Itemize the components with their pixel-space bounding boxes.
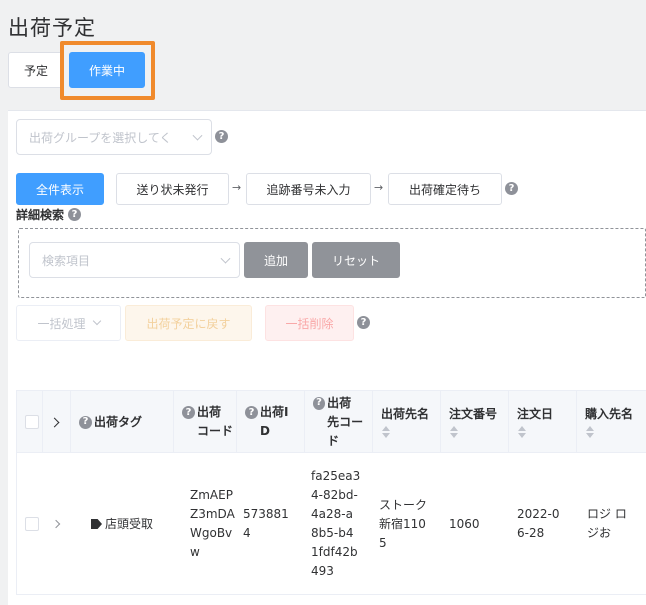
header-ship-id[interactable]: ? 出荷I D xyxy=(237,391,305,453)
cell-dest-code: fa25ea3 4-82bd- 4a28-a 8b5-b4 1fdf42b 49… xyxy=(311,469,361,578)
tag-icon xyxy=(91,519,102,529)
page-title: 出荷予定 xyxy=(8,16,96,40)
cell-dest-name: ストーク 新宿110 5 xyxy=(379,497,428,550)
chevron-right-icon[interactable] xyxy=(49,417,60,427)
cell-order-date: 2022-0 6-28 xyxy=(517,507,560,540)
group-select[interactable]: 出荷グループを選択してく xyxy=(16,119,212,155)
show-all-button[interactable]: 全件表示 xyxy=(16,173,104,205)
add-button[interactable]: 追加 xyxy=(244,242,308,278)
select-all-checkbox[interactable] xyxy=(25,415,39,429)
header-order-date[interactable]: 注文日 xyxy=(509,391,577,453)
help-icon[interactable]: ? xyxy=(357,316,370,329)
chevron-right-icon[interactable] xyxy=(51,519,61,529)
sort-icon[interactable] xyxy=(381,425,391,440)
help-icon[interactable]: ? xyxy=(182,406,195,419)
chevron-down-icon xyxy=(220,253,231,264)
sort-icon[interactable] xyxy=(449,425,459,440)
row-expand xyxy=(43,453,71,595)
row-checkbox[interactable] xyxy=(25,517,39,531)
header-dest-name[interactable]: 出荷先名 xyxy=(373,391,441,453)
cell-buyer: ロジ ロ ジお xyxy=(587,507,627,540)
chevron-down-icon xyxy=(192,130,203,141)
cell-order-no: 1060 xyxy=(449,516,480,531)
chevron-down-icon xyxy=(92,316,101,326)
filter-label-unissued-button[interactable]: 送り状未発行 xyxy=(116,173,229,205)
header-tag[interactable]: ? 出荷タグ xyxy=(71,391,174,453)
return-to-plan-button[interactable]: 出荷予定に戻す xyxy=(125,305,252,341)
help-icon[interactable]: ? xyxy=(68,208,82,221)
arrow-icon: → xyxy=(232,181,242,194)
header-dest-code[interactable]: ? 出荷 先コード xyxy=(305,391,373,453)
sort-icon[interactable] xyxy=(585,425,595,440)
tab-plan[interactable]: 予定 xyxy=(8,52,64,88)
header-order-no[interactable]: 注文番号 xyxy=(441,391,509,453)
help-icon[interactable]: ? xyxy=(505,182,518,195)
row-select xyxy=(17,453,43,595)
help-icon[interactable]: ? xyxy=(313,396,326,410)
search-item-select[interactable]: 検索項目 xyxy=(29,242,240,278)
search-item-placeholder: 検索項目 xyxy=(42,253,91,268)
reset-button[interactable]: リセット xyxy=(312,242,400,278)
cell-tag: 店頭受取 xyxy=(71,453,174,595)
cell-ship-id: 573881 4 xyxy=(243,507,289,540)
header-select-all xyxy=(17,391,43,453)
group-select-placeholder: 出荷グループを選択してく xyxy=(29,130,172,145)
filter-tracking-missing-button[interactable]: 追跡番号未入力 xyxy=(246,173,371,205)
arrow-icon: → xyxy=(374,181,384,194)
detail-search-label: 詳細検索 ? xyxy=(16,206,82,223)
highlight-box xyxy=(60,41,155,100)
shipment-table: ? 出荷タグ ? 出荷 コード ? 出荷I D ? 出荷 先コード 出荷先名 注文番号 … xyxy=(16,390,646,595)
help-icon[interactable]: ? xyxy=(215,130,228,143)
bulk-delete-button[interactable]: 一括削除 xyxy=(265,305,354,341)
header-buyer[interactable]: 購入先名 xyxy=(577,391,646,453)
filter-awaiting-confirm-button[interactable]: 出荷確定待ち xyxy=(388,173,502,205)
header-ship-code[interactable]: ? 出荷 コード xyxy=(174,391,237,453)
header-expand xyxy=(43,391,71,453)
help-icon[interactable]: ? xyxy=(79,415,92,429)
bulk-process-dropdown[interactable]: 一括処理 xyxy=(16,305,121,341)
sort-icon[interactable] xyxy=(517,425,527,440)
help-icon[interactable]: ? xyxy=(245,406,258,419)
cell-ship-code: ZmAEP Z3mDA WgoBv w xyxy=(190,488,235,559)
